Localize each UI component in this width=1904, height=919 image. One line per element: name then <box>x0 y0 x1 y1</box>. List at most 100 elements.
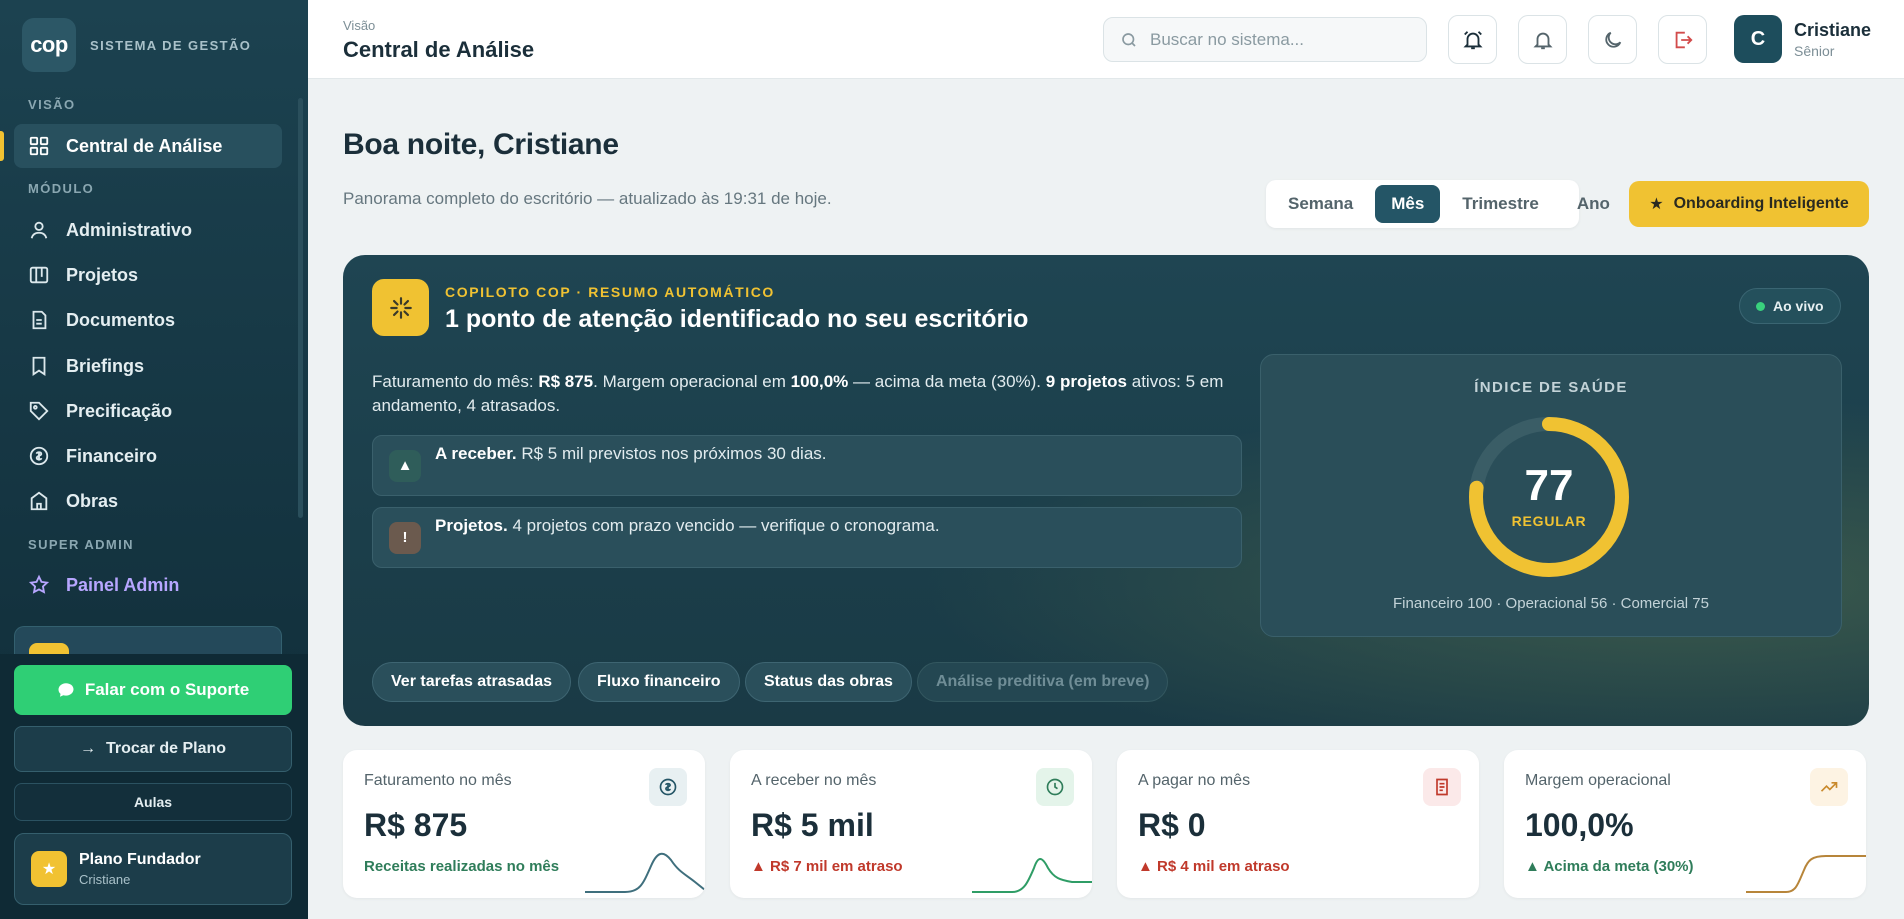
sidebar: cop SISTEMA DE GESTÃO VISÃO Central de A… <box>0 0 308 919</box>
sidebar-item-central-analise[interactable]: Central de Análise <box>14 124 282 168</box>
chat-icon <box>58 683 74 697</box>
kpi-card-a-receber[interactable]: A receber no mês R$ 5 mil ▲ R$ 7 mil em … <box>730 750 1092 898</box>
section-visao: VISÃO <box>28 97 76 112</box>
sidebar-item-briefings[interactable]: Briefings <box>14 344 282 388</box>
brand-logo: cop <box>22 18 76 72</box>
bookmark-icon <box>32 356 46 376</box>
sidebar-item-label: Documentos <box>66 309 176 330</box>
sidebar-item-painel-admin[interactable]: Painel Admin <box>14 563 282 607</box>
arrow-right-icon: → <box>79 740 96 757</box>
star-icon: ★ <box>31 851 67 887</box>
copilot-kicker: COPILOTO COP · RESUMO AUTOMÁTICO <box>445 284 775 300</box>
logout-icon <box>1675 31 1693 48</box>
user-name: Cristiane <box>1794 19 1872 40</box>
sidebar-item-label: Administrativo <box>66 219 193 240</box>
sparkline <box>1746 855 1866 893</box>
period-option-semana[interactable]: Semana <box>1272 185 1369 223</box>
kpi-value: R$ 0 <box>1138 807 1206 843</box>
alert-receivables[interactable]: ▲ A receber. R$ 5 mil previstos nos próx… <box>372 435 1242 496</box>
clock-icon <box>1036 768 1074 806</box>
kanban-icon <box>29 266 49 284</box>
sidebar-item-administrativo[interactable]: Administrativo <box>14 208 282 252</box>
period-option-ano[interactable]: Ano <box>1561 185 1626 223</box>
kpi-card-margem[interactable]: Margem operacional 100,0% ▲ Acima da met… <box>1504 750 1866 898</box>
notifications-button[interactable] <box>1518 15 1567 64</box>
health-index-panel: ÍNDICE DE SAÚDE 77 REGULAR Financeiro 10… <box>1260 354 1842 637</box>
period-option-mes[interactable]: Mês <box>1375 185 1441 223</box>
avatar: C <box>1734 15 1782 63</box>
kpi-value: R$ 875 <box>364 807 468 843</box>
sidebar-item-label: Central de Análise <box>66 135 223 156</box>
kpi-value: R$ 5 mil <box>751 807 874 843</box>
kpi-card-faturamento[interactable]: Faturamento no mês R$ 875 Receitas reali… <box>343 750 705 898</box>
kpi-label: Margem operacional <box>1525 772 1671 789</box>
coin-icon <box>649 768 687 806</box>
change-plan-button[interactable]: → Trocar de Plano <box>14 726 292 772</box>
health-breakdown: Financeiro 100 · Operacional 56 · Comerc… <box>1393 595 1709 612</box>
period-selector: Semana Mês Trimestre Ano <box>1266 180 1610 228</box>
search-input[interactable] <box>1150 29 1410 50</box>
kpi-value: 100,0% <box>1525 807 1634 843</box>
aulas-button[interactable]: Aulas <box>14 783 292 821</box>
change-plan-label: Trocar de Plano <box>105 740 227 757</box>
support-button[interactable]: Falar com o Suporte <box>14 665 292 715</box>
support-button-label: Falar com o Suporte <box>84 680 250 699</box>
health-title: ÍNDICE DE SAÚDE <box>1474 379 1628 396</box>
document-icon <box>32 310 47 330</box>
live-dot-icon <box>1756 301 1765 311</box>
sidebar-item-precificacao[interactable]: Precificação <box>14 389 282 433</box>
section-modulo: MÓDULO <box>28 181 95 196</box>
plan-user: Cristiane <box>79 872 131 887</box>
kpi-label: A pagar no mês <box>1138 772 1251 789</box>
sparkline <box>972 858 1092 893</box>
onboarding-button[interactable]: ★ Onboarding Inteligente <box>1629 181 1869 227</box>
alarm-button[interactable] <box>1448 15 1497 64</box>
user-icon <box>30 221 48 239</box>
period-option-trimestre[interactable]: Trimestre <box>1446 185 1555 223</box>
sidebar-scrollbar[interactable] <box>298 98 303 518</box>
receipt-icon <box>1423 768 1461 806</box>
sidebar-item-documentos[interactable]: Documentos <box>14 298 282 342</box>
sidebar-item-financeiro[interactable]: Financeiro <box>14 434 282 478</box>
sidebar-item-obras[interactable]: Obras <box>14 479 282 523</box>
bell-icon <box>1532 32 1553 49</box>
search-icon <box>1122 32 1136 47</box>
breadcrumb[interactable]: Visão <box>343 18 375 33</box>
alert-projects[interactable]: ! Projetos. 4 projetos com prazo vencido… <box>372 507 1242 568</box>
sidebar-item-projetos[interactable]: Projetos <box>14 253 282 297</box>
sidebar-item-label: Financeiro <box>66 445 158 466</box>
kpi-footnote: Receitas realizadas no mês <box>364 858 560 875</box>
section-super-admin: SUPER ADMIN <box>28 537 134 552</box>
sidebar-item-label: Precificação <box>66 400 173 421</box>
chip-tarefas-atrasadas[interactable]: Ver tarefas atrasadas <box>372 662 571 702</box>
sidebar-item-label: Painel Admin <box>66 574 180 595</box>
chip-status-obras[interactable]: Status das obras <box>745 662 912 702</box>
greeting: Boa noite, Cristiane <box>343 128 619 161</box>
kpi-card-a-pagar[interactable]: A pagar no mês R$ 0 ▲ R$ 4 mil em atraso <box>1117 750 1479 898</box>
brand-text: SISTEMA DE GESTÃO <box>90 37 252 53</box>
health-status: REGULAR <box>1511 513 1587 529</box>
moon-icon <box>1604 31 1621 48</box>
plan-card[interactable]: ★ Plano Fundador Cristiane <box>14 833 292 905</box>
user-role: Sênior <box>1794 42 1835 59</box>
kpi-footnote: ▲ R$ 4 mil em atraso <box>1138 858 1290 875</box>
search-box[interactable] <box>1103 17 1427 62</box>
top-header: Visão Central de Análise C Cristiane Sên… <box>308 0 1904 79</box>
plan-name: Plano Fundador <box>79 851 201 868</box>
star-icon: ★ <box>1649 196 1664 213</box>
theme-toggle-button[interactable] <box>1588 15 1637 64</box>
kpi-footnote: ▲ R$ 7 mil em atraso <box>751 858 903 875</box>
kpi-label: Faturamento no mês <box>364 772 512 789</box>
brand[interactable]: cop SISTEMA DE GESTÃO <box>22 18 251 72</box>
chip-fluxo-financeiro[interactable]: Fluxo financeiro <box>578 662 740 702</box>
coin-icon <box>29 446 49 466</box>
kpi-footnote: ▲ Acima da meta (30%) <box>1525 858 1694 875</box>
alert-text: Projetos. 4 projetos com prazo vencido —… <box>435 515 940 535</box>
sparkline <box>585 852 705 893</box>
live-badge-label: Ao vivo <box>1773 298 1824 314</box>
chip-analise-preditiva: Análise preditiva (em breve) <box>917 662 1169 702</box>
building-icon <box>30 491 48 511</box>
user-menu[interactable]: C Cristiane Sênior <box>1734 15 1871 63</box>
kpi-label: A receber no mês <box>751 772 877 789</box>
logout-button[interactable] <box>1658 15 1707 64</box>
